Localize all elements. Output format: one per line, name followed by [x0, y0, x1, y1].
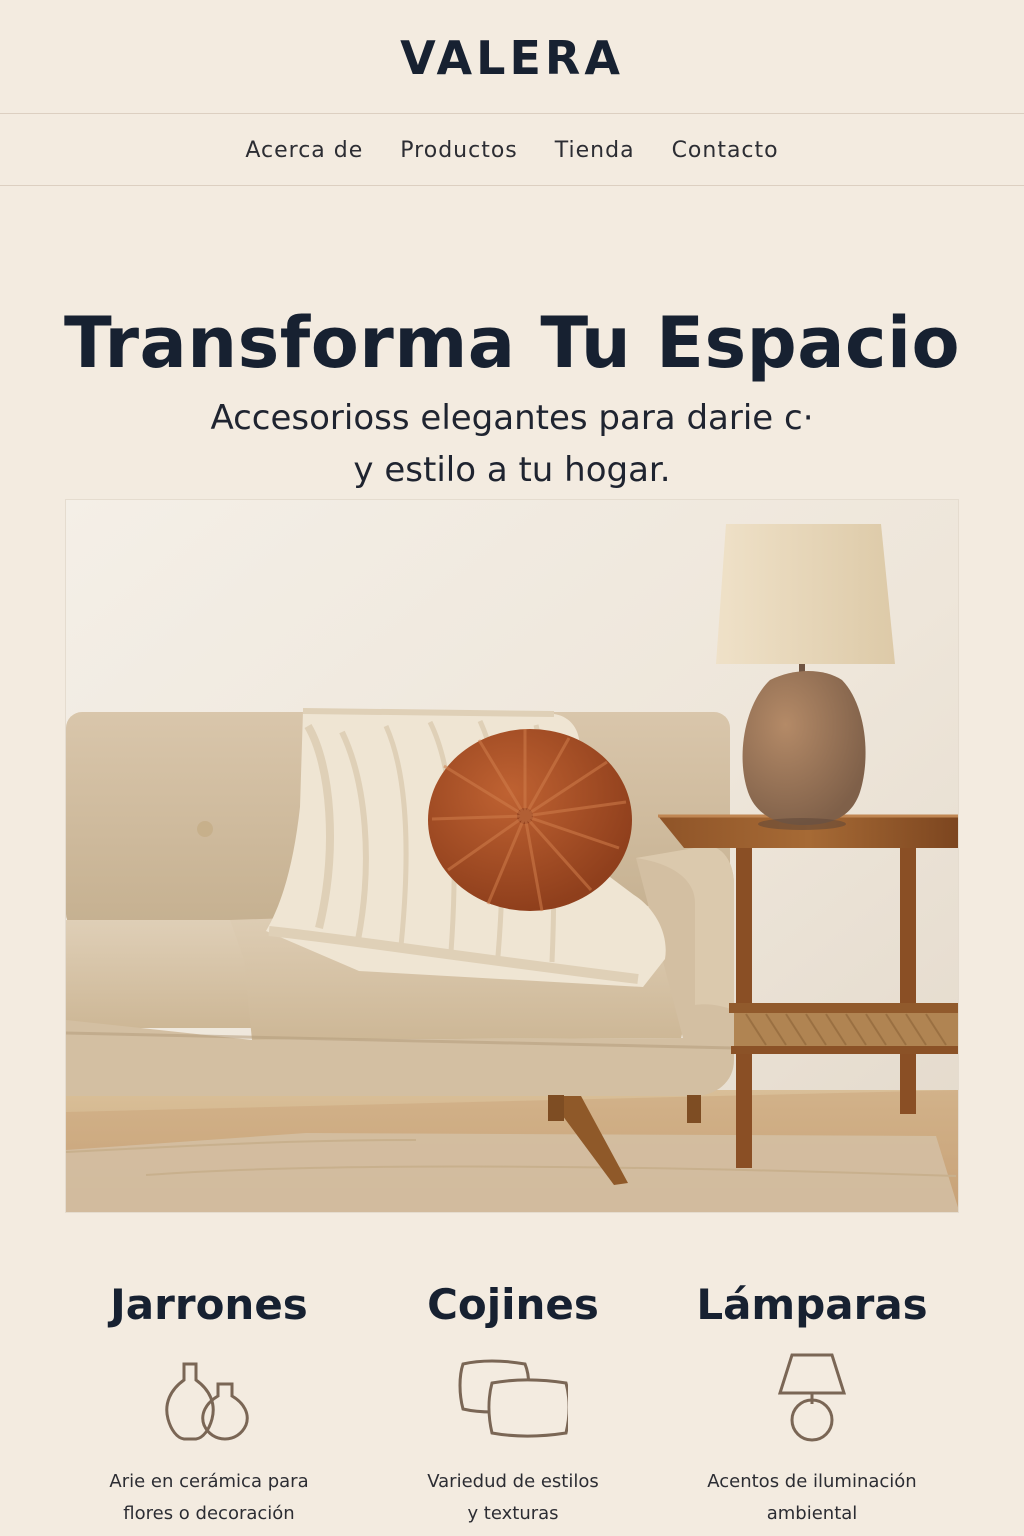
- nav-item-contacto[interactable]: Contacto: [672, 136, 779, 163]
- brand-logo[interactable]: VALERA: [0, 31, 1024, 85]
- category-title: Lámparas: [696, 1280, 928, 1329]
- category-description: Variedud de estilos y texturas: [427, 1471, 599, 1524]
- main-navigation: Acerca de Productos Tienda Contacto: [0, 114, 1024, 186]
- hero-title: Transforma Tu Espacio: [63, 301, 961, 384]
- hero-image: [65, 499, 959, 1213]
- category-lamparas[interactable]: Lámparas Acentos de iluminación ambienta…: [672, 1274, 952, 1530]
- category-jarrones[interactable]: Jarrones Arie en cerámica para flores o …: [69, 1274, 349, 1530]
- living-room-illustration: [66, 500, 958, 1212]
- category-cojines[interactable]: Cojines Variedud de estilos y texturas: [373, 1274, 653, 1530]
- lamp-icon: [757, 1346, 867, 1446]
- round-pillow: [428, 729, 632, 912]
- nav-item-acerca-de[interactable]: Acerca de: [245, 136, 363, 163]
- pillow-icon: [458, 1346, 571, 1446]
- category-title: Jarrones: [110, 1280, 308, 1329]
- vase-icon: [154, 1346, 264, 1446]
- hero-subtitle: Accesorioss elegantes para darie c· y es…: [210, 398, 814, 490]
- nav-item-tienda[interactable]: Tienda: [555, 136, 635, 163]
- nav-item-productos[interactable]: Productos: [400, 136, 517, 163]
- category-description: Acentos de iluminación ambiental: [707, 1471, 917, 1524]
- site-header: VALERA: [0, 0, 1024, 114]
- category-title: Cojines: [427, 1280, 599, 1329]
- category-description: Arie en cerámica para flores o decoració…: [109, 1471, 309, 1524]
